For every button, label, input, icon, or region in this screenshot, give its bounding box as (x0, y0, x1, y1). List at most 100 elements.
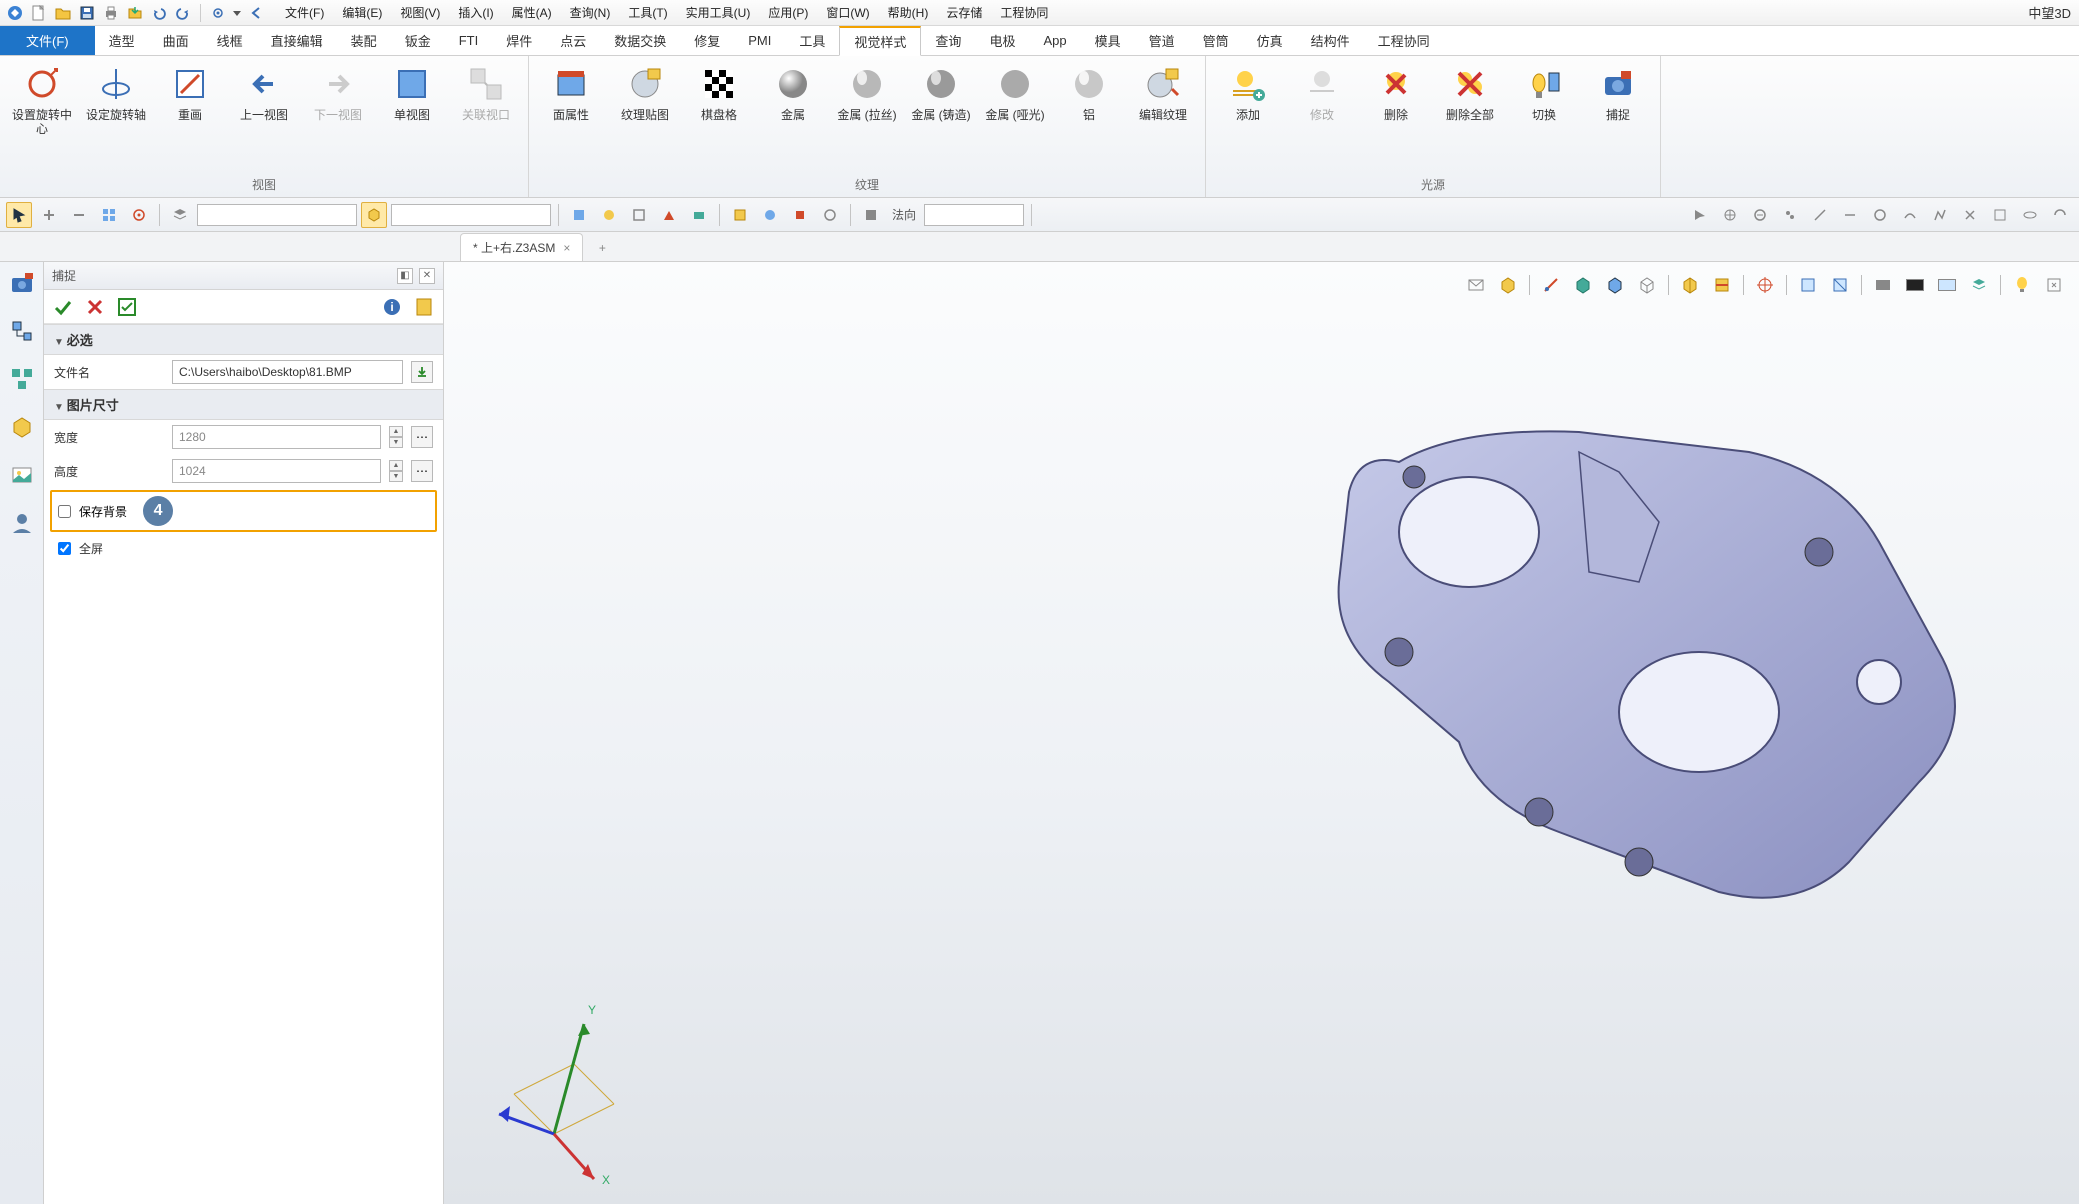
sketch-tool-icon[interactable] (1807, 202, 1833, 228)
menu-attr[interactable]: 属性(A) (504, 1, 560, 24)
expand-icon[interactable] (411, 294, 437, 320)
vp-tool-icon[interactable] (1538, 272, 1564, 298)
menu-tools[interactable]: 工具(T) (620, 1, 675, 24)
panel-pin-icon[interactable]: ◧ (397, 268, 413, 284)
dropdown-icon[interactable] (231, 2, 243, 24)
panel-close-icon[interactable]: ✕ (419, 268, 435, 284)
tool-icon[interactable] (686, 202, 712, 228)
ribbon-tab[interactable]: 工具 (785, 26, 839, 55)
vp-color-icon[interactable] (1902, 272, 1928, 298)
sketch-tool-icon[interactable] (1987, 202, 2013, 228)
width-input[interactable] (172, 425, 381, 449)
vp-color-icon[interactable] (1934, 272, 1960, 298)
sketch-tool-icon[interactable] (1837, 202, 1863, 228)
section-size[interactable]: 图片尺寸 (44, 389, 443, 420)
metal-button[interactable]: 金属 (757, 60, 829, 174)
vp-target-icon[interactable] (1752, 272, 1778, 298)
light-delete-all-button[interactable]: 删除全部 (1434, 60, 1506, 174)
tool-icon[interactable] (858, 202, 884, 228)
sidebar-image-icon[interactable] (7, 460, 37, 490)
gear-icon[interactable] (207, 2, 229, 24)
vp-section-icon[interactable] (1709, 272, 1735, 298)
metal-matte-button[interactable]: 金属 (哑光) (979, 60, 1051, 174)
ribbon-tab[interactable]: 管道 (1135, 26, 1189, 55)
ribbon-tab[interactable]: 焊件 (492, 26, 546, 55)
sketch-tool-icon[interactable] (1687, 202, 1713, 228)
vp-expand-icon[interactable] (2041, 272, 2067, 298)
ribbon-tab[interactable]: 装配 (337, 26, 391, 55)
menu-window[interactable]: 窗口(W) (818, 1, 877, 24)
ribbon-tab[interactable]: PMI (734, 26, 785, 55)
vp-cube-icon[interactable] (1570, 272, 1596, 298)
ribbon-tab[interactable]: 线框 (203, 26, 257, 55)
grid-icon[interactable] (96, 202, 122, 228)
vp-bulb-icon[interactable] (2009, 272, 2035, 298)
tool-icon[interactable] (566, 202, 592, 228)
ribbon-tab[interactable]: 查询 (921, 26, 975, 55)
layers-icon[interactable] (167, 202, 193, 228)
sketch-tool-icon[interactable] (2017, 202, 2043, 228)
capture-button[interactable]: 捕捉 (1582, 60, 1654, 174)
sketch-tool-icon[interactable] (1777, 202, 1803, 228)
vp-wireframe-icon[interactable] (1634, 272, 1660, 298)
fullscreen-checkbox[interactable] (58, 542, 71, 555)
info-icon[interactable]: i (379, 294, 405, 320)
plus-icon[interactable] (36, 202, 62, 228)
metal-brushed-button[interactable]: 金属 (拉丝) (831, 60, 903, 174)
layer-combo[interactable] (197, 204, 357, 226)
vp-shade-icon[interactable] (1870, 272, 1896, 298)
vp-layers-icon[interactable] (1966, 272, 1992, 298)
ribbon-tab[interactable]: 修复 (680, 26, 734, 55)
sketch-tool-icon[interactable] (1867, 202, 1893, 228)
ribbon-tab-file[interactable]: 文件(F) (0, 26, 95, 55)
menu-edit[interactable]: 编辑(E) (334, 1, 390, 24)
document-tab[interactable]: * 上+右.Z3ASM × (460, 233, 583, 261)
vp-plane-icon[interactable] (1827, 272, 1853, 298)
tool-icon[interactable] (757, 202, 783, 228)
ribbon-tab[interactable]: 钣金 (391, 26, 445, 55)
back-arrow-icon[interactable] (245, 2, 267, 24)
light-delete-button[interactable]: 删除 (1360, 60, 1432, 174)
tool-icon[interactable] (727, 202, 753, 228)
tool-icon[interactable] (787, 202, 813, 228)
target-icon[interactable] (126, 202, 152, 228)
redo-icon[interactable] (172, 2, 194, 24)
cancel-icon[interactable] (82, 294, 108, 320)
sidebar-user-icon[interactable] (7, 508, 37, 538)
vp-plane-icon[interactable] (1795, 272, 1821, 298)
ribbon-tab[interactable]: 管筒 (1189, 26, 1243, 55)
ribbon-tab-active[interactable]: 视觉样式 (839, 26, 921, 56)
new-tab-button[interactable]: + (589, 235, 615, 261)
filename-input[interactable] (172, 360, 403, 384)
menu-util[interactable]: 实用工具(U) (678, 1, 759, 24)
vp-cube-icon[interactable] (1677, 272, 1703, 298)
ribbon-tab[interactable]: 造型 (95, 26, 149, 55)
undo-icon[interactable] (148, 2, 170, 24)
width-extra-icon[interactable]: ⋯ (411, 426, 433, 448)
tool-icon[interactable] (596, 202, 622, 228)
sketch-tool-icon[interactable] (1717, 202, 1743, 228)
normal-combo[interactable] (924, 204, 1024, 226)
height-extra-icon[interactable]: ⋯ (411, 460, 433, 482)
ribbon-tab[interactable]: 点云 (546, 26, 600, 55)
sidebar-assembly-icon[interactable] (7, 364, 37, 394)
sidebar-tree-icon[interactable] (7, 316, 37, 346)
browse-icon[interactable] (411, 361, 433, 383)
checker-button[interactable]: 棋盘格 (683, 60, 755, 174)
set-rotation-center-button[interactable]: 设置旋转中心 (6, 60, 78, 174)
ribbon-tab[interactable]: FTI (445, 26, 493, 55)
set-rotation-axis-button[interactable]: 设定旋转轴 (80, 60, 152, 174)
light-add-button[interactable]: 添加 (1212, 60, 1284, 174)
sketch-tool-icon[interactable] (1897, 202, 1923, 228)
link-viewport-button[interactable]: 关联视口 (450, 60, 522, 174)
ribbon-tab[interactable]: 曲面 (149, 26, 203, 55)
menu-cloud[interactable]: 云存储 (938, 1, 990, 24)
ribbon-tab[interactable]: App (1029, 26, 1080, 55)
sidebar-part-icon[interactable] (7, 412, 37, 442)
edit-texture-button[interactable]: 编辑纹理 (1127, 60, 1199, 174)
width-spinner[interactable]: ▲▼ (389, 426, 403, 448)
ribbon-tab[interactable]: 仿真 (1243, 26, 1297, 55)
print-icon[interactable] (100, 2, 122, 24)
menu-help[interactable]: 帮助(H) (880, 1, 937, 24)
save-icon[interactable] (76, 2, 98, 24)
